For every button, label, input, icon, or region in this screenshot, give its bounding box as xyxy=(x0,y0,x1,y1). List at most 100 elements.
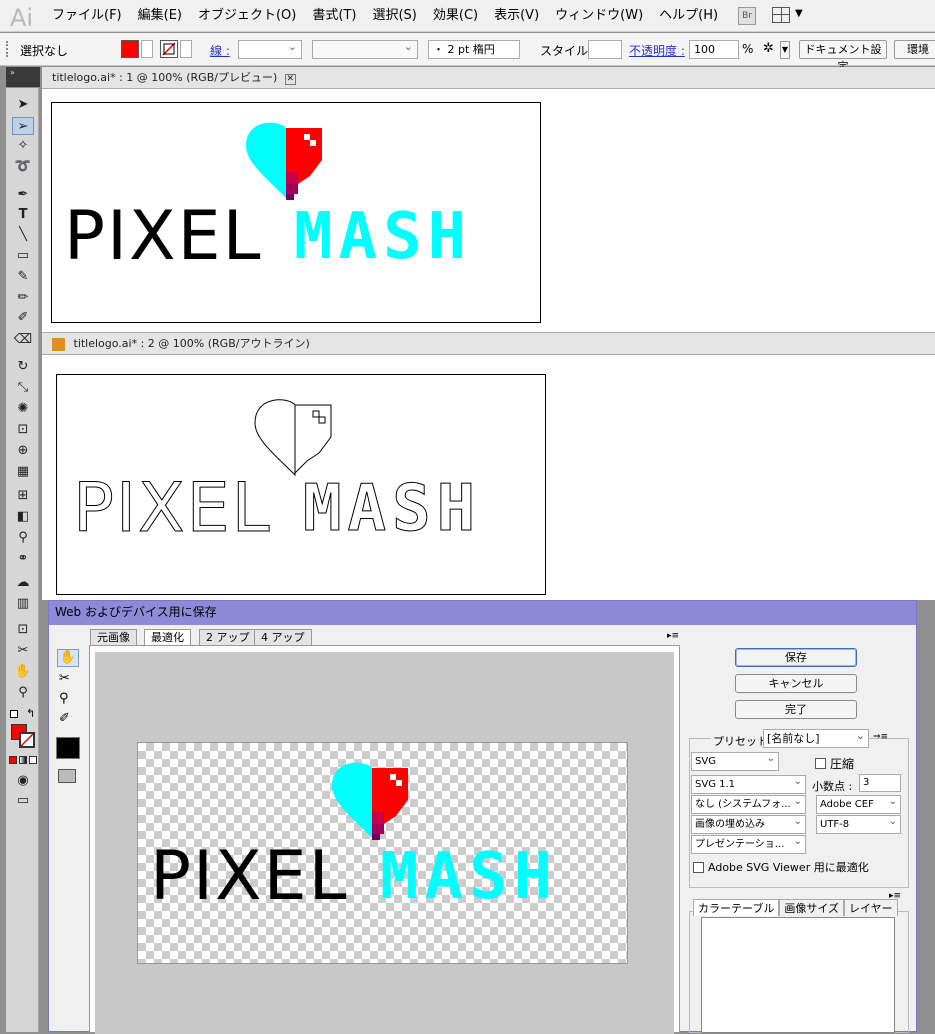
menu-help[interactable]: ヘルプ(H) xyxy=(659,0,718,32)
image-location-select[interactable]: 画像の埋め込み xyxy=(691,815,806,834)
document-setup-button[interactable]: ドキュメント設定 xyxy=(799,40,887,73)
done-button[interactable]: 完了 xyxy=(735,700,857,719)
color-mode-icon[interactable] xyxy=(9,756,17,764)
zoom-tool-icon[interactable]: ⚲ xyxy=(12,684,34,702)
variable-width-profile[interactable] xyxy=(312,38,418,59)
panel-menu-icon[interactable]: ▸≡ xyxy=(667,631,679,641)
opacity-field[interactable]: 100 xyxy=(689,40,739,59)
swap-colors-icon[interactable]: ↰ xyxy=(26,707,35,720)
menu-edit[interactable]: 編集(E) xyxy=(138,0,182,32)
pen-tool-icon[interactable]: ✒ xyxy=(12,186,34,204)
lasso-icon[interactable]: ➰ xyxy=(12,158,34,176)
stroke-color-box[interactable] xyxy=(19,732,35,748)
svg-viewer-checkbox[interactable]: Adobe SVG Viewer 用に最適化 xyxy=(693,859,869,875)
document-tab[interactable]: titlelogo.ai* : 1 @ 100% (RGB/プレビュー) ✕ xyxy=(42,67,935,89)
style-swatch[interactable] xyxy=(588,40,622,59)
document-tab[interactable]: titlelogo.ai* : 2 @ 100% (RGB/アウトライン) xyxy=(42,333,935,355)
magic-wand-icon[interactable]: ✧ xyxy=(12,137,34,155)
gradient-tool-icon[interactable]: ◧ xyxy=(12,508,34,526)
format-select[interactable]: SVG xyxy=(691,752,779,771)
free-transform-icon[interactable]: ⊡ xyxy=(12,421,34,439)
hand-tool-icon[interactable]: ✋ xyxy=(57,649,79,667)
eyedropper-icon[interactable]: ⚲ xyxy=(12,529,34,547)
opacity-label[interactable]: 不透明度 : xyxy=(629,42,685,59)
tab-original[interactable]: 元画像 xyxy=(90,629,137,645)
tab-image-size[interactable]: 画像サイズ xyxy=(779,899,845,916)
recolor-icon[interactable]: ✲ xyxy=(763,41,774,56)
fill-dropdown[interactable] xyxy=(141,40,153,58)
gradient-mode-icon[interactable] xyxy=(19,756,27,764)
blob-brush-icon[interactable]: ✐ xyxy=(12,309,34,327)
chevron-down-icon[interactable]: ▼ xyxy=(795,8,803,19)
stroke-label[interactable]: 線 : xyxy=(210,42,230,59)
tab-optimized[interactable]: 最適化 xyxy=(144,629,191,645)
tab-4up[interactable]: 4 アップ xyxy=(254,629,312,645)
draw-mode-icon[interactable]: ◉ xyxy=(12,772,34,790)
font-format-select[interactable]: Adobe CEF xyxy=(816,795,901,814)
menu-window[interactable]: ウィンドウ(W) xyxy=(555,0,643,32)
pencil-icon[interactable]: ✏ xyxy=(12,289,34,307)
eraser-icon[interactable]: ⌫ xyxy=(12,331,34,349)
chevron-down-icon[interactable]: ▼ xyxy=(780,41,790,59)
encoding-select[interactable]: UTF-8 xyxy=(816,815,901,834)
rectangle-tool-icon[interactable]: ▭ xyxy=(12,247,34,265)
perspective-grid-icon[interactable]: ▦ xyxy=(12,463,34,481)
hand-tool-icon[interactable]: ✋ xyxy=(12,663,34,681)
direct-selection-tool-icon[interactable]: ➢ xyxy=(12,117,34,135)
blend-tool-icon[interactable]: ⚭ xyxy=(12,550,34,568)
close-icon[interactable]: ✕ xyxy=(284,74,296,85)
tab-color-table[interactable]: カラーテーブル xyxy=(693,899,780,916)
zoom-icon[interactable]: ⚲ xyxy=(59,691,69,706)
menu-file[interactable]: ファイル(F) xyxy=(52,0,122,32)
preferences-button[interactable]: 環境 xyxy=(894,40,935,59)
eyedropper-color-swatch[interactable] xyxy=(56,737,80,759)
svg-profile-select[interactable]: SVG 1.1 xyxy=(691,775,806,794)
preset-select[interactable]: [名前なし] xyxy=(763,729,869,748)
default-colors-icon[interactable] xyxy=(10,710,18,718)
scale-tool-icon[interactable]: ⤡ xyxy=(12,379,34,397)
cancel-button[interactable]: キャンセル xyxy=(735,674,857,693)
fill-swatch[interactable] xyxy=(121,40,139,58)
brush-definition[interactable]: ・ 2 pt 楕円 xyxy=(428,40,520,59)
none-mode-icon[interactable] xyxy=(29,756,37,764)
font-subset-select[interactable]: なし (システムフォ... xyxy=(691,795,806,814)
mesh-tool-icon[interactable]: ⊞ xyxy=(12,487,34,505)
arrange-documents-icon[interactable] xyxy=(772,7,790,23)
menu-effect[interactable]: 効果(C) xyxy=(433,0,478,32)
stroke-weight-field[interactable] xyxy=(238,38,302,59)
stroke-dropdown[interactable] xyxy=(180,40,192,58)
css-properties-select[interactable]: プレゼンテーショ... xyxy=(691,835,806,854)
artboard-tool-icon[interactable]: ⊡ xyxy=(12,621,34,639)
checkbox-box[interactable] xyxy=(815,758,826,769)
warp-tool-icon[interactable]: ✺ xyxy=(12,400,34,418)
rotate-tool-icon[interactable]: ↻ xyxy=(12,358,34,376)
paintbrush-icon[interactable]: ✎ xyxy=(12,268,34,286)
settings-menu-icon[interactable]: ⇒≡ xyxy=(873,732,888,742)
save-button[interactable]: 保存 xyxy=(735,648,857,667)
decimal-field[interactable]: 3 xyxy=(859,774,901,792)
tools-panel: ➤ ➢ ✧ ➰ ✒ T ╲ ▭ ✎ ✏ ✐ ⌫ ↻ ⤡ ✺ ⊡ ⊕ ▦ ⊞ ◧ … xyxy=(6,88,39,1032)
collapse-icon[interactable]: » xyxy=(10,68,15,77)
menu-select[interactable]: 選択(S) xyxy=(372,0,416,32)
type-tool-icon[interactable]: T xyxy=(12,206,34,224)
tab-2up[interactable]: 2 アップ xyxy=(199,629,257,645)
menu-view[interactable]: 表示(V) xyxy=(494,0,539,32)
menu-object[interactable]: オブジェクト(O) xyxy=(198,0,296,32)
checkbox-box[interactable] xyxy=(693,861,704,873)
line-tool-icon[interactable]: ╲ xyxy=(12,226,34,244)
shape-builder-icon[interactable]: ⊕ xyxy=(12,442,34,460)
symbol-sprayer-icon[interactable]: ☁ xyxy=(12,574,34,592)
slice-select-icon[interactable]: ✂ xyxy=(59,671,70,686)
stroke-swatch[interactable] xyxy=(160,40,178,58)
bridge-button[interactable]: Br xyxy=(738,7,756,25)
menu-bar: Ai ファイル(F) 編集(E) オブジェクト(O) 書式(T) 選択(S) 効… xyxy=(0,0,935,32)
menu-type[interactable]: 書式(T) xyxy=(312,0,356,32)
tab-layers[interactable]: レイヤー xyxy=(844,899,898,916)
screen-mode-icon[interactable]: ▭ xyxy=(12,792,34,810)
compress-checkbox[interactable]: 圧縮 xyxy=(815,755,854,772)
slice-tool-icon[interactable]: ✂ xyxy=(12,642,34,660)
eyedropper-icon[interactable]: ✐ xyxy=(59,711,70,726)
toggle-slices-icon[interactable] xyxy=(58,769,76,783)
graph-tool-icon[interactable]: ▥ xyxy=(12,595,34,613)
selection-tool-icon[interactable]: ➤ xyxy=(12,96,34,114)
